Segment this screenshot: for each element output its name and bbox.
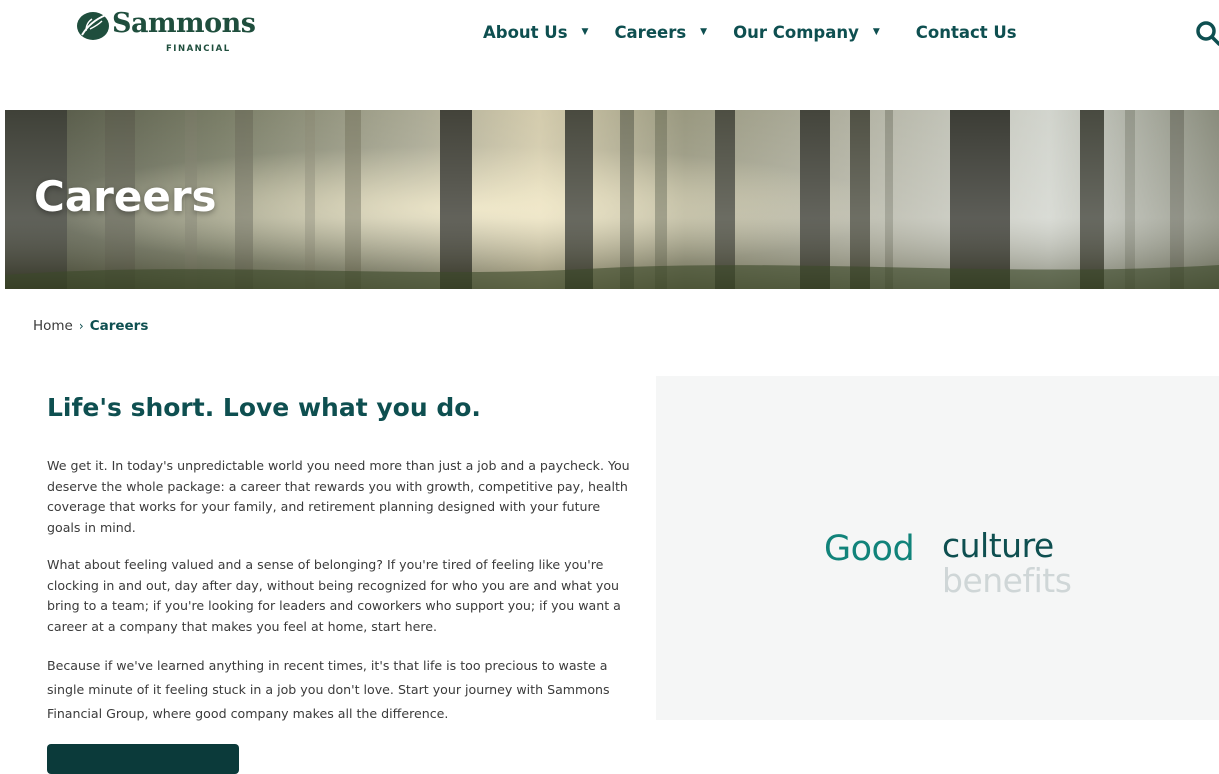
logo-subtitle: FINANCIAL bbox=[166, 44, 231, 54]
panel-word-good: Good bbox=[824, 529, 915, 569]
breadcrumb: Home › Careers bbox=[33, 318, 148, 334]
cta-button[interactable] bbox=[47, 744, 239, 774]
logo-wordmark: Sammons bbox=[112, 8, 256, 39]
search-icon[interactable] bbox=[1195, 20, 1219, 46]
intro-paragraph: We get it. In today's unpredictable worl… bbox=[47, 458, 630, 535]
nav-contact-us-label: Contact Us bbox=[915, 22, 1017, 42]
breadcrumb-current: Careers bbox=[89, 318, 149, 334]
panel-word-culture: culture bbox=[942, 526, 1054, 565]
sammons-logo[interactable]: Sammons FINANCIAL bbox=[74, 6, 274, 54]
caret-down-icon: ▼ bbox=[581, 27, 589, 37]
nav-careers[interactable]: Careers ▼ bbox=[614, 23, 707, 42]
hero-title: Careers bbox=[34, 172, 217, 221]
nav-about-us-label: About Us bbox=[483, 22, 568, 42]
panel-word-benefits: benefits bbox=[942, 561, 1072, 600]
nav-our-company-label: Our Company bbox=[733, 22, 859, 42]
main-nav: About Us ▼ Careers ▼ Our Company ▼ Conta… bbox=[483, 20, 1043, 44]
chevron-right-icon: › bbox=[78, 319, 84, 333]
caret-down-icon: ▼ bbox=[872, 27, 880, 37]
culture-benefits-panel: Good culture benefits bbox=[656, 376, 1219, 720]
section-heading: Life's short. Love what you do. bbox=[47, 393, 481, 422]
breadcrumb-home-link[interactable]: Home bbox=[33, 318, 73, 334]
hero-banner: Careers bbox=[5, 110, 1219, 289]
nav-about-us[interactable]: About Us ▼ bbox=[483, 23, 588, 42]
belonging-paragraph: What about feeling valued and a sense of… bbox=[47, 557, 621, 634]
caret-down-icon: ▼ bbox=[700, 27, 708, 37]
site-header: Sammons FINANCIAL About Us ▼ Careers ▼ O… bbox=[0, 0, 1219, 70]
nav-our-company[interactable]: Our Company ▼ bbox=[733, 23, 880, 42]
nav-contact-us[interactable]: Contact Us bbox=[916, 23, 1017, 42]
nav-careers-label: Careers bbox=[614, 22, 687, 42]
journey-paragraph: Because if we've learned anything in rec… bbox=[47, 658, 610, 721]
leaf-logo-icon bbox=[77, 12, 109, 40]
